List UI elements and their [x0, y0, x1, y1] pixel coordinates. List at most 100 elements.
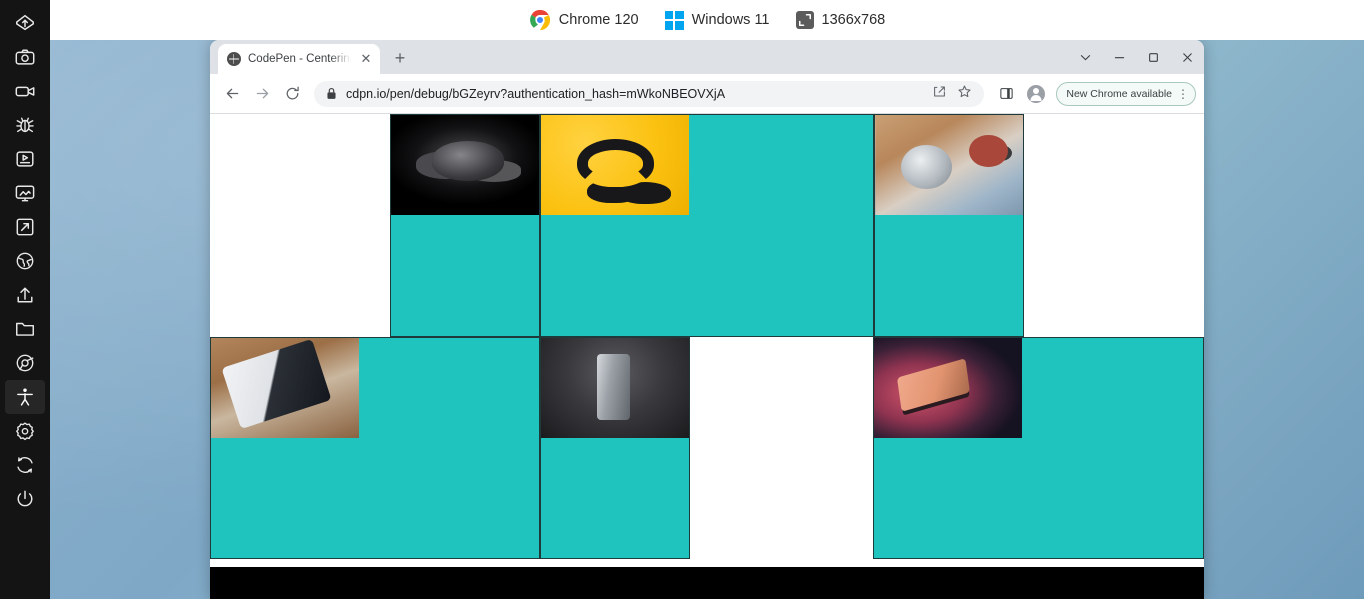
new-tab-button[interactable]: +: [386, 44, 414, 72]
bookmark-button[interactable]: [957, 84, 972, 104]
tool-rail: [0, 0, 50, 599]
tab-strip: CodePen - Centering Image in C ✕ +: [210, 40, 1204, 74]
tab-close-icon[interactable]: ✕: [358, 51, 374, 67]
media-playback-icon-button[interactable]: [5, 142, 45, 176]
chrome-logo-icon: [529, 9, 551, 31]
cell-headphones-yellow[interactable]: [540, 114, 874, 337]
page-viewport: [210, 114, 1204, 599]
image-iphone-box: [211, 338, 359, 438]
cell-empty-2: [1024, 114, 1204, 337]
tab-codepen[interactable]: CodePen - Centering Image in C ✕: [218, 44, 380, 74]
session-status-bar: Chrome 120 Windows 11 1366x768: [50, 0, 1364, 40]
back-button[interactable]: [218, 80, 246, 108]
image-headphones-yellow: [541, 115, 690, 215]
maximize-button[interactable]: [1136, 40, 1170, 74]
avatar-icon: [1027, 84, 1046, 103]
profile-button[interactable]: [1022, 80, 1050, 108]
cell-iphone-pink[interactable]: [873, 337, 1204, 559]
share-button[interactable]: [932, 84, 947, 104]
folder-icon: [16, 322, 34, 336]
minimize-icon: [1114, 56, 1124, 58]
restart-icon-button[interactable]: [5, 448, 45, 482]
side-panel-button[interactable]: [992, 80, 1020, 108]
maximize-icon: [1148, 52, 1158, 62]
video-camera-icon: [15, 86, 35, 97]
back-arrow-icon: [226, 88, 238, 99]
tab-title: CodePen - Centering Image in C: [248, 53, 351, 65]
camera-icon-button[interactable]: [5, 40, 45, 74]
upload-icon-button[interactable]: [5, 278, 45, 312]
forward-arrow-icon: [256, 88, 268, 99]
image-headphones-silver: [874, 115, 1024, 215]
codepen-favicon-icon: [227, 52, 241, 66]
folder-icon-button[interactable]: [5, 312, 45, 346]
accessibility-icon: [17, 388, 33, 406]
cell-iphone-box[interactable]: [210, 337, 540, 559]
restart-icon: [17, 457, 33, 473]
media-playback-icon: [16, 151, 34, 167]
home-arrow-icon: [16, 14, 34, 31]
bug-icon-button[interactable]: [5, 108, 45, 142]
power-icon: [17, 490, 33, 507]
gear-icon-button[interactable]: [5, 414, 45, 448]
globe-icon-button[interactable]: [5, 244, 45, 278]
page-footer-bar: [210, 567, 1204, 599]
status-os-label: Windows 11: [691, 12, 770, 28]
accessibility-icon-button[interactable]: [5, 380, 45, 414]
status-os: Windows 11: [664, 10, 770, 30]
kebab-menu-icon[interactable]: ⋮: [1177, 87, 1189, 101]
chrome-circle-icon-button[interactable]: [5, 346, 45, 380]
windows-logo-icon: [664, 10, 684, 30]
address-bar[interactable]: cdpn.io/pen/debug/bGZeyrv?authentication…: [314, 80, 985, 107]
monitor-icon-button[interactable]: [5, 176, 45, 210]
video-camera-icon-button[interactable]: [5, 74, 45, 108]
close-button[interactable]: [1170, 40, 1204, 74]
window-controls: [1068, 40, 1204, 74]
resolution-icon: [795, 11, 814, 29]
star-icon: [958, 85, 971, 97]
gear-icon: [16, 422, 34, 441]
forward-button[interactable]: [248, 80, 276, 108]
cell-headphones-black[interactable]: [389, 114, 541, 337]
camera-icon: [15, 49, 35, 65]
screen-root: Chrome 120 Windows 11 1366x768 CodePen -…: [0, 0, 1364, 599]
chrome-circle-icon: [16, 354, 34, 372]
tab-search-button[interactable]: [1068, 40, 1102, 74]
status-browser-label: Chrome 120: [558, 12, 639, 28]
new-chrome-available-label: New Chrome available: [1066, 87, 1172, 100]
grid-row: [210, 337, 1204, 559]
grid-row: [210, 114, 1204, 337]
bug-icon: [16, 117, 34, 133]
status-resolution: 1366x768: [795, 11, 886, 29]
reload-button[interactable]: [278, 80, 306, 108]
home-arrow-icon-button[interactable]: [5, 6, 45, 40]
status-resolution-label: 1366x768: [821, 12, 886, 28]
image-iphone-pink: [874, 338, 1023, 438]
cell-empty-1: [210, 114, 390, 337]
image-iphone-grey: [540, 338, 689, 438]
close-icon: [1182, 52, 1192, 62]
expand-arrow-icon-button[interactable]: [5, 210, 45, 244]
reload-icon: [286, 86, 299, 100]
desktop-wallpaper: CodePen - Centering Image in C ✕ +: [50, 40, 1364, 599]
cell-headphones-silver[interactable]: [873, 114, 1025, 337]
minimize-button[interactable]: [1102, 40, 1136, 74]
upload-icon: [17, 287, 33, 303]
lock-icon: [327, 87, 336, 99]
cell-empty-3: [689, 337, 874, 559]
monitor-icon: [15, 185, 35, 202]
expand-arrow-icon: [16, 218, 34, 236]
share-icon: [934, 85, 946, 97]
power-icon-button[interactable]: [5, 482, 45, 516]
status-browser: Chrome 120: [529, 9, 639, 31]
codepen-demo-page: [210, 114, 1204, 599]
globe-icon: [16, 252, 34, 270]
omnibox-actions: [932, 84, 972, 104]
chevron-down-icon: [1080, 54, 1090, 60]
url-text: cdpn.io/pen/debug/bGZeyrv?authentication…: [346, 86, 726, 101]
chrome-window: CodePen - Centering Image in C ✕ +: [210, 40, 1204, 599]
side-panel-icon: [1000, 88, 1013, 99]
new-chrome-available-button[interactable]: New Chrome available ⋮: [1056, 81, 1196, 106]
cell-iphone-grey[interactable]: [539, 337, 690, 559]
image-headphones-black: [390, 115, 540, 215]
